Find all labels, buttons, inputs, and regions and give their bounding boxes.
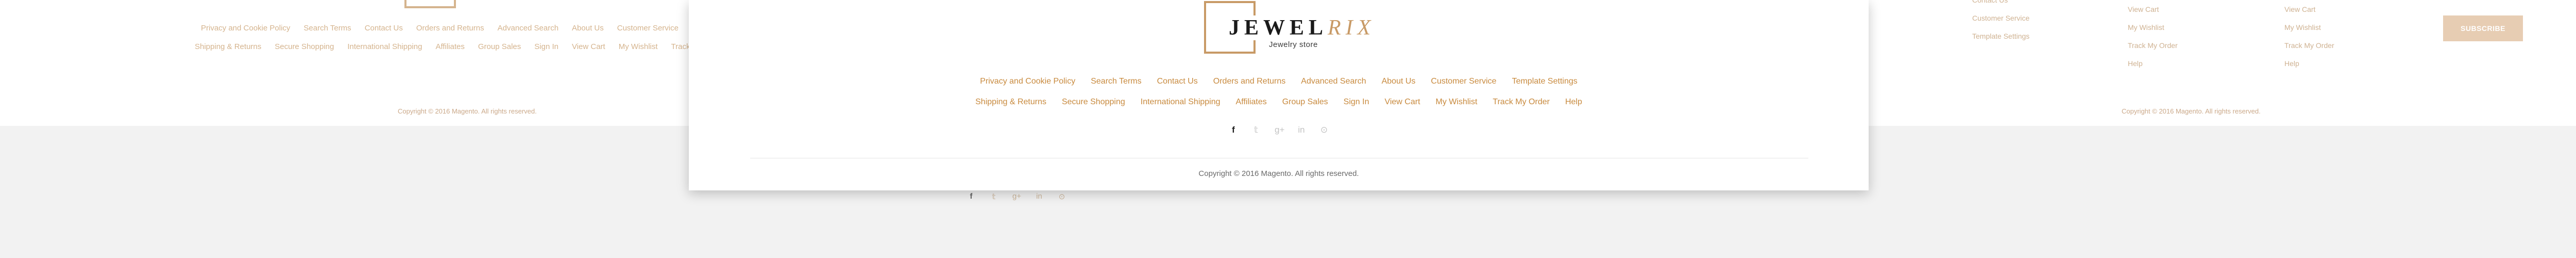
background-link-about-us: About Us <box>572 24 604 33</box>
facebook-icon[interactable]: f <box>1229 125 1238 135</box>
logo[interactable]: JEWELRIX Jewelry store <box>1204 0 1378 60</box>
background-column-2: Sign InView CartMy WishlistTrack My Orde… <box>2128 0 2178 68</box>
logo-word-dark: JEWEL <box>1229 16 1328 40</box>
background-link-advanced-search: Advanced Search <box>497 24 559 33</box>
logo-wordmark: JEWELRIX <box>1227 15 1378 40</box>
background-link-track-my-order: Track My Order <box>2128 41 2178 50</box>
footer-link-help[interactable]: Help <box>1565 98 1582 107</box>
background-link-sign-in: Sign In <box>534 42 558 51</box>
footer-links-row-2: Shipping & Returns Secure Shopping Interna… <box>689 98 1869 107</box>
footer-preview-modal: JEWELRIX Jewelry store Privacy and Cooki… <box>689 0 1869 190</box>
background-link-search-terms: Search Terms <box>303 24 351 33</box>
twitter-icon[interactable]: 𝕥 <box>1252 125 1260 135</box>
background-link-secure-shopping: Secure Shopping <box>275 42 334 51</box>
background-link-template-settings: Template Settings <box>1972 32 2030 40</box>
background-link-view-cart: View Cart <box>571 42 605 51</box>
footer-link-search-terms[interactable]: Search Terms <box>1091 77 1141 86</box>
google-plus-icon: g+ <box>1012 192 1022 201</box>
background-link-help: Help <box>2284 59 2299 68</box>
footer-link-international-shipping[interactable]: International Shipping <box>1141 98 1221 107</box>
background-link-my-wishlist: My Wishlist <box>618 42 658 51</box>
footer-link-contact-us[interactable]: Contact Us <box>1157 77 1198 86</box>
background-link-international-shipping: International Shipping <box>347 42 422 51</box>
background-link-track: Track <box>671 42 690 51</box>
background-link-contact-us: Contact Us <box>1972 0 2008 4</box>
logo-tagline: Jewelry store <box>1269 40 1318 49</box>
background-copyright: Copyright © 2016 Magento. All rights res… <box>398 107 537 115</box>
footer-link-advanced-search[interactable]: Advanced Search <box>1301 77 1366 86</box>
background-link-contact-us: Contact Us <box>364 24 403 33</box>
footer-link-track-my-order[interactable]: Track My Order <box>1493 98 1550 107</box>
background-column-1: Contact Us Customer Service Template Setti… <box>1972 0 2029 40</box>
footer-link-orders-and-returns[interactable]: Orders and Returns <box>1213 77 1286 86</box>
footer-link-template-settings[interactable]: Template Settings <box>1512 77 1578 86</box>
pinterest-icon[interactable]: ⊙ <box>1320 125 1328 135</box>
footer-link-group-sales[interactable]: Group Sales <box>1282 98 1328 107</box>
background-link-my-wishlist: My Wishlist <box>2128 23 2164 31</box>
background-link-view-cart: View Cart <box>2284 5 2316 13</box>
footer-link-shipping-returns[interactable]: Shipping & Returns <box>975 98 1046 107</box>
background-link-customer-service: Customer Service <box>1972 14 2030 22</box>
pinterest-icon: ⊙ <box>1058 192 1065 201</box>
background-link-track-my-order: Track My Order <box>2284 41 2334 50</box>
facebook-icon: f <box>970 192 973 201</box>
google-plus-icon[interactable]: g+ <box>1275 125 1284 135</box>
footer-link-my-wishlist[interactable]: My Wishlist <box>1436 98 1478 107</box>
background-link-orders-and-returns: Orders and Returns <box>416 24 484 33</box>
background-column-4: Sign InView CartMy WishlistTrack My Orde… <box>2284 0 2334 68</box>
background-copyright-right: Copyright © 2016 Magento. All rights res… <box>2122 107 2261 115</box>
footer-link-affiliates[interactable]: Affiliates <box>1236 98 1267 107</box>
social-links: f 𝕥 g+ in ⊙ <box>689 125 1869 135</box>
footer-link-sign-in[interactable]: Sign In <box>1344 98 1369 107</box>
background-link-affiliates: Affiliates <box>435 42 465 51</box>
footer-link-privacy-and-cookie-policy[interactable]: Privacy and Cookie Policy <box>980 77 1075 86</box>
background-link-view-cart: View Cart <box>2128 5 2159 13</box>
background-link-group-sales: Group Sales <box>478 42 521 51</box>
linkedin-icon[interactable]: in <box>1297 125 1306 135</box>
background-link-shipping-returns: Shipping & Returns <box>195 42 262 51</box>
logo-word-gold: RIX <box>1328 16 1376 40</box>
footer-link-customer-service[interactable]: Customer Service <box>1431 77 1496 86</box>
background-link-customer-service: Customer Service <box>617 24 679 33</box>
background-subscribe-button: SUBSCRIBE <box>2443 15 2523 41</box>
footer-link-secure-shopping[interactable]: Secure Shopping <box>1062 98 1125 107</box>
twitter-icon: 𝕥 <box>992 192 996 201</box>
linkedin-icon: in <box>1036 192 1042 201</box>
footer-links-row-1: Privacy and Cookie Policy Search Terms Con… <box>689 77 1869 86</box>
background-logo-edge <box>404 0 456 8</box>
background-link-privacy-and-cookie-policy: Privacy and Cookie Policy <box>201 24 291 33</box>
background-footer-links-2: Shipping & Returns Secure Shopping Interna… <box>195 42 690 51</box>
footer-link-about-us[interactable]: About Us <box>1382 77 1416 86</box>
background-link-help: Help <box>2128 59 2143 68</box>
background-link-my-wishlist: My Wishlist <box>2284 23 2321 31</box>
background-footer-links: Privacy and Cookie Policy Search Terms Con… <box>201 24 700 33</box>
copyright-text: Copyright © 2016 Magento. All rights res… <box>1198 169 1359 178</box>
footer-link-view-cart[interactable]: View Cart <box>1384 98 1420 107</box>
